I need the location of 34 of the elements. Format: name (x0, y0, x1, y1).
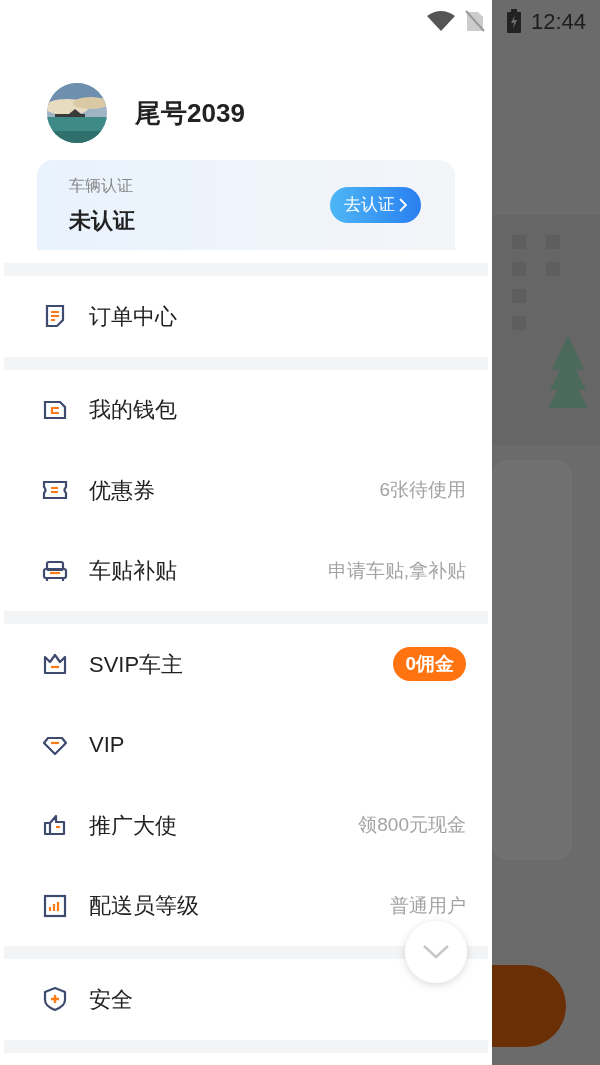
card-caption: 车辆认证 (69, 175, 134, 196)
menu-detail: 普通用户 (390, 893, 466, 918)
menu-detail: 6张待使用 (379, 478, 466, 502)
menu-label: 优惠券 (89, 476, 156, 505)
menu-label: 订单中心 (89, 302, 178, 331)
menu-item[interactable]: SVIP车主 0佣金 (0, 624, 492, 705)
menu-label: 配送员等级 (89, 892, 200, 921)
menu-label: 安全 (89, 985, 134, 1014)
menu-label: 我的钱包 (89, 396, 178, 425)
menu-item[interactable]: 订单中心 (0, 276, 492, 357)
verification-status: 未认证 (69, 206, 135, 235)
user-name: 尾号2039 (135, 96, 245, 130)
menu-detail: 申请车贴,拿补贴 (327, 558, 466, 583)
menu-detail: 领800元现金 (358, 813, 466, 837)
shield-icon (42, 986, 68, 1013)
avatar[interactable] (47, 83, 107, 143)
menu-label: 车贴补贴 (89, 557, 178, 586)
chevron-down-icon (423, 945, 449, 959)
no-sim-icon (464, 10, 485, 32)
menu-item[interactable]: 安全 (0, 959, 492, 1040)
commission-badge: 0佣金 (393, 647, 466, 682)
menu-label: SVIP车主 (89, 650, 185, 679)
menu-item[interactable]: 推广大使 领800元现金 (0, 785, 492, 866)
wifi-icon (426, 11, 455, 31)
menu-item[interactable]: 优惠券 6张待使用 (0, 450, 492, 531)
menu-label: 推广大使 (89, 811, 178, 840)
status-time: 12:44 (530, 7, 586, 36)
bar-chart-icon (42, 892, 68, 919)
menu-item[interactable]: 我的钱包 (0, 369, 492, 450)
menu-item[interactable]: 车贴补贴 申请车贴,拿补贴 (0, 530, 492, 611)
menu-item[interactable]: VIP (0, 704, 492, 785)
menu-label: VIP (89, 731, 126, 760)
menu-item[interactable]: 配送员等级 普通用户 (0, 865, 492, 946)
chevron-right-icon (399, 198, 407, 212)
